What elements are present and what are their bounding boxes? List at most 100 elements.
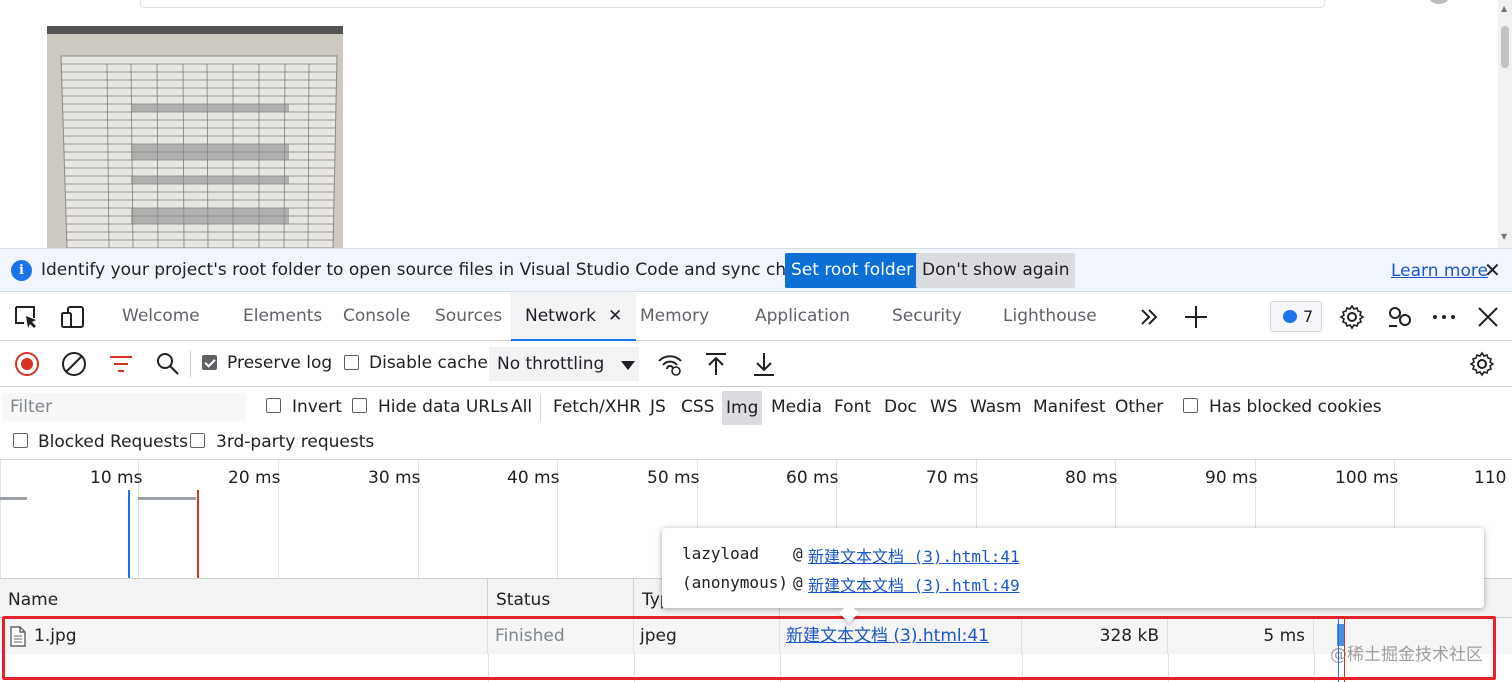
blocked-requests-label: Blocked Requests xyxy=(38,432,188,452)
overview-request-bar xyxy=(138,497,196,500)
stack-frame-link[interactable]: 新建文本文档 (3).html:49 xyxy=(808,572,1020,596)
root-folder-infobar: i Identify your project's root folder to… xyxy=(0,248,1512,292)
record-icon[interactable] xyxy=(14,351,40,377)
timeline-gridline xyxy=(0,460,1,578)
stack-frame-function: (anonymous) xyxy=(682,573,788,592)
network-conditions-wifi-icon[interactable] xyxy=(657,351,683,377)
stack-frame-link[interactable]: 新建文本文档 (3).html:41 xyxy=(808,543,1020,567)
timeline-tick-label: 100 ms xyxy=(1335,468,1399,488)
export-har-download-icon[interactable] xyxy=(751,351,777,377)
timeline-tick-label: 40 ms xyxy=(507,468,560,488)
lazyloaded-table-photo xyxy=(47,26,343,248)
hide-data-urls-label: Hide data URLs xyxy=(378,397,509,417)
timeline-tick-label: 30 ms xyxy=(368,468,421,488)
toolbar-divider xyxy=(190,351,191,377)
devtools-tab-bar: Welcome Elements Console Sources Network… xyxy=(0,292,1512,341)
has-blocked-cookies-label: Has blocked cookies xyxy=(1209,397,1382,417)
type-filter-all[interactable]: All xyxy=(511,397,532,417)
customize-devtools-icon[interactable] xyxy=(1387,304,1413,330)
stack-frame-at: @ xyxy=(793,544,803,563)
page-scroll-indicator xyxy=(1430,0,1448,4)
type-filter-manifest[interactable]: Manifest xyxy=(1033,397,1106,417)
type-filter-fetch-xhr[interactable]: Fetch/XHR xyxy=(553,397,641,417)
type-filter-img[interactable]: Img xyxy=(722,391,763,425)
tab-network[interactable]: Network ✕ xyxy=(511,292,637,341)
device-emulation-icon[interactable] xyxy=(60,304,86,330)
timeline-tick-label: 50 ms xyxy=(647,468,700,488)
network-settings-gear-icon[interactable] xyxy=(1469,351,1495,377)
timeline-tick-label: 90 ms xyxy=(1205,468,1258,488)
page-scrollbar[interactable]: ▲ ▼ xyxy=(1498,0,1512,248)
tab-lighthouse[interactable]: Lighthouse xyxy=(1003,292,1097,341)
tab-console[interactable]: Console xyxy=(343,292,411,341)
timeline-tick-label: 110 xyxy=(1474,468,1507,488)
type-filter-ws[interactable]: WS xyxy=(930,397,958,417)
tab-sources[interactable]: Sources xyxy=(435,292,502,341)
filter-icon[interactable] xyxy=(108,351,134,377)
stack-frame-at: @ xyxy=(793,573,803,592)
inspect-element-icon[interactable] xyxy=(13,304,39,330)
learn-more-link[interactable]: Learn more xyxy=(1391,261,1488,281)
type-filter-js[interactable]: JS xyxy=(650,397,666,417)
close-tab-icon[interactable]: ✕ xyxy=(608,306,622,326)
has-blocked-cookies-checkbox[interactable] xyxy=(1183,398,1198,413)
invert-checkbox[interactable] xyxy=(266,398,281,413)
import-har-upload-icon[interactable] xyxy=(703,351,729,377)
page-top-bar xyxy=(140,0,1325,8)
tab-network-label: Network xyxy=(525,306,596,326)
tab-welcome[interactable]: Welcome xyxy=(122,292,200,341)
blocked-requests-checkbox[interactable] xyxy=(13,433,28,448)
preserve-log-label: Preserve log xyxy=(227,353,333,373)
scroll-up-arrow[interactable]: ▲ xyxy=(1501,4,1507,13)
filter-input[interactable] xyxy=(2,393,246,421)
timeline-tick-label: 80 ms xyxy=(1065,468,1118,488)
network-toolbar: Preserve log Disable cache No throttling xyxy=(0,341,1512,387)
type-filter-doc[interactable]: Doc xyxy=(884,397,917,417)
scroll-down-arrow[interactable]: ▼ xyxy=(1501,232,1507,241)
throttling-value: No throttling xyxy=(497,354,605,374)
timeline-tick-label: 10 ms xyxy=(90,468,143,488)
third-party-requests-checkbox[interactable] xyxy=(190,433,205,448)
timeline-tick-label: 60 ms xyxy=(786,468,839,488)
close-icon[interactable]: ✕ xyxy=(1484,258,1501,282)
tab-security[interactable]: Security xyxy=(892,292,962,341)
hide-data-urls-checkbox[interactable] xyxy=(352,398,367,413)
issues-bubble-icon xyxy=(1283,310,1297,323)
column-header-name[interactable]: Name xyxy=(0,579,488,618)
third-party-requests-label: 3rd-party requests xyxy=(216,432,375,452)
initiator-stack-tooltip: lazyload @ 新建文本文档 (3).html:41 (anonymous… xyxy=(662,528,1484,623)
dont-show-again-button[interactable]: Don't show again xyxy=(916,253,1076,288)
type-filter-font[interactable]: Font xyxy=(834,397,871,417)
clear-icon[interactable] xyxy=(61,351,87,377)
scrollbar-thumb[interactable] xyxy=(1501,26,1509,68)
issues-counter-button[interactable]: 7 xyxy=(1270,301,1322,332)
settings-gear-icon[interactable] xyxy=(1339,304,1365,330)
timeline-tick-label: 20 ms xyxy=(228,468,281,488)
disable-cache-checkbox[interactable] xyxy=(344,355,359,370)
issues-count: 7 xyxy=(1303,307,1314,326)
close-devtools-icon[interactable] xyxy=(1475,304,1501,330)
column-header-status[interactable]: Status xyxy=(488,579,634,618)
preserve-log-checkbox[interactable] xyxy=(202,355,217,370)
network-filter-bar: Invert Hide data URLs All Fetch/XHR JS C… xyxy=(0,387,1512,460)
type-filter-wasm[interactable]: Wasm xyxy=(970,397,1022,417)
tab-memory[interactable]: Memory xyxy=(640,292,709,341)
type-filter-css[interactable]: CSS xyxy=(681,397,714,417)
load-event-marker xyxy=(197,490,199,578)
more-options-icon[interactable] xyxy=(1431,304,1457,330)
watermark: @稀土掘金技术社区 xyxy=(1330,645,1483,665)
stack-frame-function: lazyload xyxy=(682,544,760,563)
type-filter-media[interactable]: Media xyxy=(771,397,822,417)
add-tab-plus-icon[interactable] xyxy=(1183,304,1209,330)
chevron-down-icon xyxy=(621,361,635,370)
domcontentloaded-marker xyxy=(128,490,130,578)
set-root-folder-button[interactable]: Set root folder xyxy=(785,253,920,288)
search-icon[interactable] xyxy=(155,351,181,377)
type-filter-other[interactable]: Other xyxy=(1115,397,1163,417)
more-tabs-chevron-icon[interactable] xyxy=(1136,304,1162,330)
tab-elements[interactable]: Elements xyxy=(243,292,322,341)
tab-application[interactable]: Application xyxy=(755,292,850,341)
page-viewport: ▲ ▼ xyxy=(0,0,1512,248)
timeline-tick-label: 70 ms xyxy=(926,468,979,488)
throttling-select[interactable]: No throttling xyxy=(489,347,639,381)
